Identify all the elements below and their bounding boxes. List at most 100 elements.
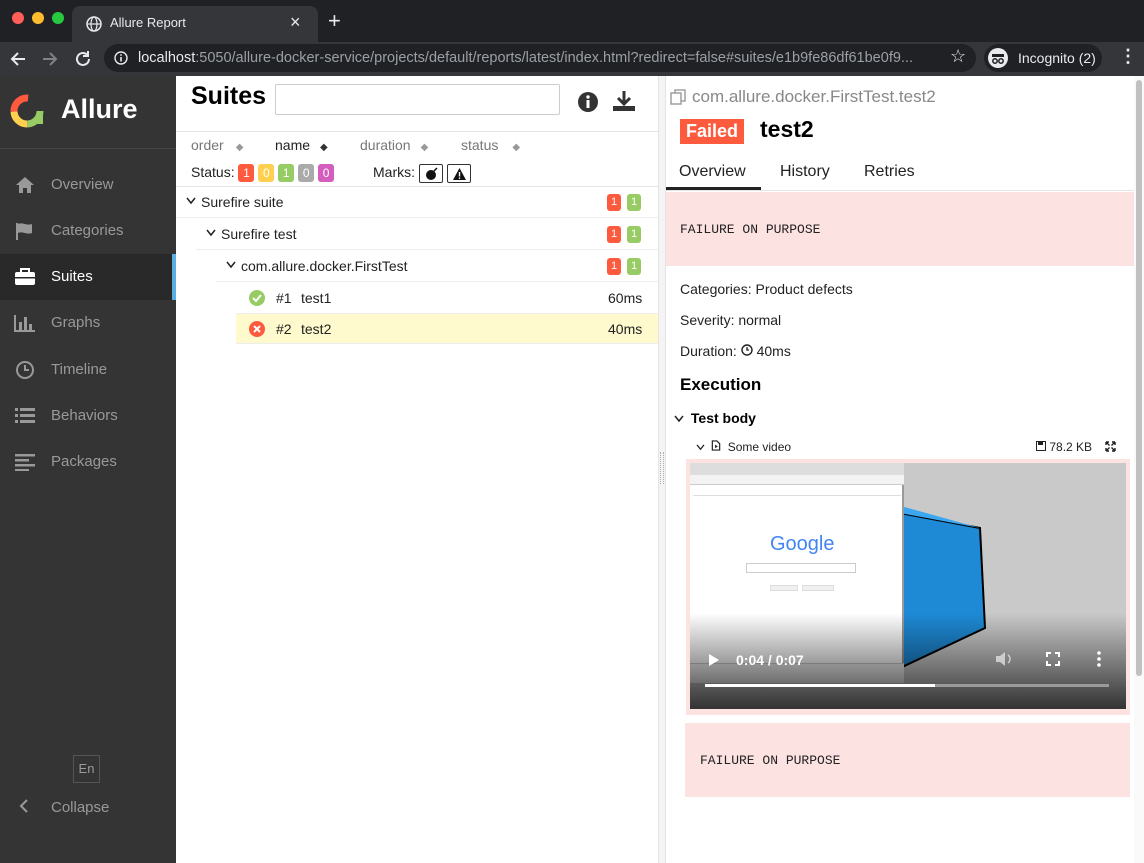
sort-icon: ◆ — [512, 142, 521, 153]
test-title: test2 — [760, 116, 814, 142]
drag-handle-icon — [660, 452, 664, 484]
sidebar-item-categories[interactable]: Categories — [0, 208, 176, 254]
sidebar-item-label: Overview — [51, 176, 114, 193]
tab-history[interactable]: History — [780, 163, 830, 181]
browser-tab[interactable]: Allure Report × — [72, 6, 318, 42]
test-case-row[interactable]: #1 test1 60ms — [236, 282, 658, 314]
passed-count-badge: 1 — [627, 226, 642, 243]
tab-overview[interactable]: Overview — [679, 163, 746, 181]
close-window-icon[interactable] — [12, 12, 24, 24]
sort-order[interactable]: order ◆ — [191, 137, 243, 153]
duration-text: Duration: 40ms — [680, 343, 791, 359]
forward-icon[interactable] — [41, 50, 59, 68]
new-failed-mark-toggle[interactable] — [447, 164, 471, 183]
sort-name[interactable]: name ◆ — [275, 137, 328, 153]
brand-name: Allure — [61, 94, 138, 124]
test-body-toggle[interactable]: Test body — [674, 410, 756, 426]
chevron-down-icon — [206, 229, 216, 237]
video-player[interactable]: Google 0:04 / 0:07 — [690, 463, 1126, 709]
page-title: Suites — [191, 82, 267, 110]
test-case-number: #1 — [276, 290, 292, 306]
status-label: Status: — [191, 164, 235, 180]
status-passed-toggle[interactable]: 1 — [278, 164, 295, 182]
incognito-button[interactable]: Incognito (2) — [984, 44, 1102, 72]
sort-duration[interactable]: duration ◆ — [360, 137, 428, 153]
new-tab-icon[interactable]: + — [328, 8, 341, 34]
sidebar-item-suites[interactable]: Suites — [0, 254, 176, 300]
video-attachment: Google 0:04 / 0:07 — [686, 459, 1130, 715]
video-progress-track[interactable] — [705, 684, 1109, 687]
test-case-row-selected[interactable]: #2 test2 40ms — [236, 314, 658, 344]
video-time: 0:04 / 0:07 — [736, 652, 804, 668]
suite-name: Surefire suite — [201, 194, 284, 210]
flag-icon — [16, 223, 32, 240]
attachment-size: 78.2 KB — [1036, 440, 1092, 454]
globe-icon — [86, 16, 102, 32]
sidebar-item-behaviors[interactable]: Behaviors — [0, 393, 176, 439]
collapse-button[interactable]: Collapse — [51, 799, 109, 816]
volume-icon[interactable] — [995, 651, 1013, 667]
url-path: :5050/allure-docker-service/projects/def… — [195, 50, 913, 66]
info-circle-icon[interactable] — [114, 51, 128, 65]
test-case-name: test2 — [301, 321, 332, 337]
chevron-down-icon — [696, 444, 705, 451]
failed-count-badge: 1 — [607, 194, 622, 211]
attachment-error-box: FAILURE ON PURPOSE — [685, 723, 1130, 797]
status-badge: Failed — [680, 119, 745, 144]
status-skipped-toggle[interactable]: 0 — [298, 164, 315, 182]
tab-title: Allure Report — [110, 15, 186, 30]
close-tab-icon[interactable]: × — [290, 12, 301, 33]
bomb-icon — [426, 167, 438, 180]
reload-icon[interactable] — [73, 49, 93, 69]
test-case-duration: 60ms — [608, 290, 643, 306]
status-failed-toggle[interactable]: 1 — [238, 164, 255, 182]
sort-icon: ◆ — [320, 142, 328, 153]
sidebar-item-overview[interactable]: Overview — [0, 162, 176, 208]
tree-suite-row[interactable]: Surefire suite 1 1 — [176, 186, 658, 218]
sort-status[interactable]: status ◆ — [461, 137, 520, 153]
test-name: Surefire test — [221, 226, 297, 242]
copy-icon[interactable] — [670, 89, 686, 105]
test-case-name: test1 — [301, 290, 332, 306]
error-message: FAILURE ON PURPOSE — [680, 222, 821, 237]
sidebar-item-packages[interactable]: Packages — [0, 439, 176, 485]
url-host: localhost — [138, 50, 196, 66]
pane-resizer[interactable] — [658, 76, 666, 863]
play-icon[interactable] — [708, 653, 720, 667]
scrollbar[interactable] — [1134, 76, 1144, 863]
attachment-toggle[interactable]: Some video — [696, 440, 791, 454]
download-icon[interactable] — [612, 90, 636, 112]
tab-retries[interactable]: Retries — [864, 163, 915, 181]
passed-count-badge: 1 — [627, 194, 642, 211]
more-options-icon[interactable] — [1096, 651, 1102, 667]
address-bar[interactable]: localhost:5050/allure-docker-service/pro… — [104, 44, 976, 72]
info-icon[interactable] — [577, 91, 599, 113]
maximize-window-icon[interactable] — [52, 12, 64, 24]
back-icon[interactable] — [9, 50, 27, 68]
search-input[interactable] — [275, 84, 560, 115]
language-button[interactable]: En — [73, 755, 100, 783]
sort-icon: ◆ — [420, 142, 429, 153]
bookmark-star-icon[interactable]: ☆ — [950, 46, 966, 67]
clock-icon — [16, 361, 34, 379]
sidebar-item-timeline[interactable]: Timeline — [0, 347, 176, 393]
chevron-left-icon[interactable] — [18, 799, 30, 813]
error-message: FAILURE ON PURPOSE — [700, 753, 841, 768]
expand-icon[interactable] — [1105, 441, 1116, 452]
status-unknown-toggle[interactable]: 0 — [318, 164, 335, 182]
sidebar-item-label: Suites — [51, 268, 93, 285]
marks-filter: Marks: — [373, 164, 471, 183]
status-broken-toggle[interactable]: 0 — [258, 164, 275, 182]
scrollbar-thumb[interactable] — [1136, 80, 1142, 676]
fullscreen-icon[interactable] — [1046, 652, 1060, 666]
sidebar: Allure Overview Categories Suites Graphs… — [0, 76, 176, 863]
status-filter: Status: 1 0 1 0 0 — [191, 164, 335, 182]
tree-class-row[interactable]: com.allure.docker.FirstTest 1 1 — [216, 250, 658, 282]
tree-test-row[interactable]: Surefire test 1 1 — [196, 218, 658, 250]
sidebar-item-label: Packages — [51, 453, 117, 470]
browser-menu-icon[interactable]: ⋮ — [1119, 46, 1137, 67]
flaky-mark-toggle[interactable] — [419, 164, 443, 183]
minimize-window-icon[interactable] — [32, 12, 44, 24]
sidebar-item-graphs[interactable]: Graphs — [0, 300, 176, 346]
suites-pane: Suites order ◆ name ◆ duration ◆ status ◆ St… — [176, 76, 658, 863]
